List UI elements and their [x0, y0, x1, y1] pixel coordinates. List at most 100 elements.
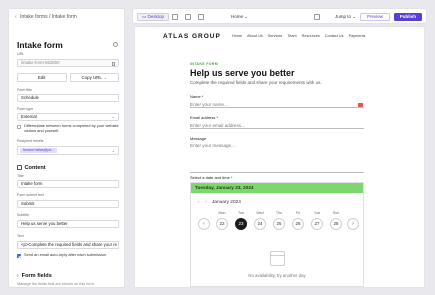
copy-icon[interactable]: [111, 62, 115, 66]
calendar-icon: [270, 251, 285, 266]
content-icon: [17, 165, 22, 170]
tablet-view-icon[interactable]: [172, 14, 178, 20]
nav-team[interactable]: Team: [287, 34, 296, 38]
differentiate-checkbox[interactable]: [17, 125, 21, 129]
form-fields-section-title: Form fields: [21, 273, 52, 279]
selected-date-banner: Tuesday, January 23, 2024: [191, 183, 363, 193]
desktop-label: Desktop: [147, 14, 165, 19]
layout-icon[interactable]: [314, 14, 320, 20]
publish-button[interactable]: Publish: [393, 13, 422, 21]
form-title-field[interactable]: Schedule: [17, 94, 119, 102]
nav-services[interactable]: Services: [268, 34, 283, 38]
jump-to-select[interactable]: Jump to ⌄: [335, 13, 356, 21]
recipient-emails-field[interactable]: hrosen+atlas@pe... ⌄: [17, 146, 119, 155]
nav-about[interactable]: About Us: [247, 34, 263, 38]
site-nav: Home About Us Services Team Resources Co…: [232, 34, 365, 38]
preview-button[interactable]: Preview: [359, 13, 390, 21]
name-label: Name *: [190, 94, 204, 99]
form-type-label: Form type: [17, 107, 34, 111]
form-heading: Help us serve you better: [190, 68, 295, 78]
date-picker: Tuesday, January 23, 2024 ‹ › January 20…: [190, 182, 364, 287]
form-type-value: External: [21, 114, 37, 119]
name-input[interactable]: Enter your name...: [190, 101, 364, 108]
title-field[interactable]: Intake form: [17, 180, 119, 188]
page-select-value: Home: [231, 14, 244, 19]
editor-toolbar: ▭ Desktop Home ⌄ Jump to ⌄ Preview Publi…: [132, 8, 427, 24]
settings-panel: ‹ Intake forms / Intake form Intake form…: [8, 8, 125, 288]
day-26[interactable]: 26: [292, 218, 304, 230]
url-field[interactable]: /intake-form-552800: [17, 59, 119, 67]
form-subheading: Complete the required fields and share y…: [190, 80, 322, 85]
prev-week-button[interactable]: ‹: [198, 218, 210, 230]
autofill-icon: [358, 102, 363, 107]
weekday-label: Mon: [218, 211, 226, 215]
weekday-label: Wed: [256, 211, 264, 215]
site-logo[interactable]: ATLAS GROUP: [163, 33, 221, 40]
breadcrumb-intake-forms[interactable]: Intake forms: [20, 14, 48, 20]
chevron-down-icon: ⌄: [244, 14, 249, 19]
autoreply-label: Send an email auto-reply after each subm…: [24, 252, 108, 257]
page-select[interactable]: Home ⌄: [231, 13, 248, 21]
subtitle-field[interactable]: Help us serve you better: [17, 220, 119, 228]
nav-resources[interactable]: Resources: [302, 34, 320, 38]
day-24[interactable]: 24: [254, 218, 266, 230]
nav-payments[interactable]: Payments: [349, 34, 366, 38]
weekday-label: Sun: [332, 211, 340, 215]
month-label: January 2024: [211, 200, 241, 205]
email-label: Email address *: [190, 115, 219, 120]
form-fields-section-header[interactable]: › Form fields: [17, 273, 52, 279]
message-textarea[interactable]: Enter your message...: [190, 143, 364, 173]
autoreply-checkbox[interactable]: [17, 254, 21, 258]
weekday-label: Sat: [314, 211, 320, 215]
differentiate-label: Differentiate between forms completed by…: [24, 123, 119, 133]
copy-url-button[interactable]: Copy URL ⌄: [69, 73, 119, 82]
chevron-down-icon: ⌄: [111, 148, 115, 153]
mobile-landscape-icon[interactable]: [198, 14, 204, 20]
breadcrumb-current: Intake form: [51, 14, 77, 20]
form-fields-description: Manage the fields that are shown on this…: [17, 282, 95, 286]
settings-icon[interactable]: [113, 42, 118, 47]
nav-contact[interactable]: Contact Us: [325, 34, 344, 38]
site-preview: ATLAS GROUP Home About Us Services Team …: [134, 26, 425, 288]
day-28[interactable]: 28: [330, 218, 342, 230]
text-field[interactable]: <p>Complete the required fields and shar…: [17, 241, 119, 249]
edit-button[interactable]: Edit: [17, 73, 67, 82]
form-title-label: Form title: [17, 88, 32, 92]
url-label: URL: [17, 52, 25, 56]
day-25[interactable]: 25: [273, 218, 285, 230]
next-week-button[interactable]: ›: [347, 218, 359, 230]
recipient-tag[interactable]: hrosen+atlas@pe...: [20, 148, 58, 154]
weekday-label: Thu: [275, 211, 283, 215]
submit-text-field[interactable]: Submit: [17, 200, 119, 208]
date-label: Select a date and time *: [190, 175, 233, 180]
content-section-title: Content: [24, 165, 46, 171]
page-title: Intake form: [17, 40, 63, 50]
url-actions: Edit Copy URL ⌄: [17, 73, 119, 82]
content-section-header[interactable]: Content: [17, 165, 46, 171]
text-label: Text: [17, 234, 24, 238]
recipient-emails-label: Recipient emails: [17, 139, 44, 143]
day-27[interactable]: 27: [311, 218, 323, 230]
edit-button-label: Edit: [37, 75, 46, 80]
month-nav: ‹ › January 2024: [198, 200, 241, 205]
chevron-down-icon: ⌄: [103, 76, 107, 80]
chevron-down-icon: ⌄: [111, 114, 115, 119]
prev-month-icon[interactable]: ‹: [198, 200, 200, 205]
day-22[interactable]: 22: [216, 218, 228, 230]
form-type-select[interactable]: External ⌄: [17, 113, 119, 121]
desktop-view-button[interactable]: ▭ Desktop: [137, 13, 170, 21]
mobile-view-icon[interactable]: [185, 14, 191, 20]
email-input[interactable]: Enter your email address...: [190, 122, 364, 129]
back-icon[interactable]: ‹: [15, 14, 17, 20]
next-month-icon[interactable]: ›: [205, 200, 207, 205]
message-label: Message: [190, 136, 207, 141]
chevron-down-icon: ⌄: [352, 14, 357, 19]
subtitle-label: Subtitle: [17, 213, 29, 217]
form-kicker: INTAKE FORM: [190, 62, 218, 66]
no-availability-text: No availability, try another day: [248, 273, 306, 278]
day-23-selected[interactable]: 23: [235, 218, 247, 230]
nav-home[interactable]: Home: [232, 34, 242, 38]
name-placeholder: Enter your name...: [190, 102, 228, 107]
breadcrumb: ‹ Intake forms / Intake form: [15, 14, 77, 20]
title-label: Title: [17, 174, 24, 178]
